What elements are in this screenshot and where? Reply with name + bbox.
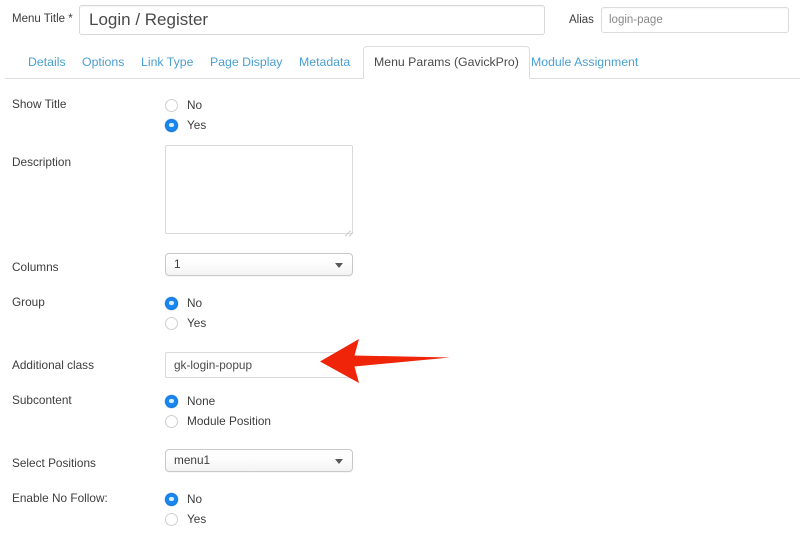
subcontent-label: Subcontent [12, 393, 72, 407]
subcontent-radio-group: None Module Position [165, 391, 271, 431]
tab-page-display[interactable]: Page Display [200, 46, 292, 78]
enable-no-follow-option-no[interactable]: No [165, 489, 206, 509]
enable-no-follow-option-yes[interactable]: Yes [165, 509, 206, 529]
group-option-yes[interactable]: Yes [165, 313, 206, 333]
radio-label: Yes [187, 118, 207, 132]
show-title-label: Show Title [12, 97, 67, 111]
alias-input[interactable] [601, 7, 789, 33]
additional-class-label: Additional class [12, 358, 94, 372]
tab-module-assignment[interactable]: Module Assignment [521, 46, 648, 78]
radio-icon[interactable] [165, 316, 178, 330]
radio-icon[interactable] [165, 492, 178, 506]
tab-options[interactable]: Options [72, 46, 134, 78]
show-title-radio-group: No Yes [165, 95, 206, 135]
columns-select-value: 1 [174, 257, 181, 271]
columns-select[interactable]: 1 [165, 253, 353, 276]
radio-icon[interactable] [165, 414, 178, 428]
radio-icon[interactable] [165, 296, 178, 310]
title-row: Menu Title * Alias [0, 0, 804, 42]
description-label: Description [12, 155, 72, 169]
select-positions-label: Select Positions [12, 456, 96, 470]
tab-bar: Details Options Link Type Page Display M… [0, 46, 804, 79]
radio-label: Yes [187, 512, 207, 526]
select-positions-value: menu1 [174, 453, 211, 467]
radio-label: Module Position [187, 414, 271, 428]
chevron-down-icon [335, 459, 343, 464]
group-option-no[interactable]: No [165, 293, 206, 313]
select-positions-wrap: menu1 [165, 449, 353, 472]
show-title-option-yes[interactable]: Yes [165, 115, 206, 135]
columns-label: Columns [12, 260, 59, 274]
radio-label: No [187, 492, 203, 506]
group-label: Group [12, 295, 45, 309]
description-textarea[interactable] [165, 145, 353, 234]
subcontent-option-module-position[interactable]: Module Position [165, 411, 271, 431]
show-title-option-no[interactable]: No [165, 95, 206, 115]
tab-details[interactable]: Details [18, 46, 76, 78]
menu-title-input[interactable] [79, 5, 545, 35]
tab-link-type[interactable]: Link Type [131, 46, 203, 78]
tab-metadata[interactable]: Metadata [289, 46, 360, 78]
group-radio-group: No Yes [165, 293, 206, 333]
description-field-wrap [165, 145, 354, 237]
radio-label: No [187, 98, 203, 112]
subcontent-option-none[interactable]: None [165, 391, 271, 411]
radio-icon[interactable] [165, 394, 178, 408]
menu-title-label: Menu Title * [12, 13, 73, 25]
alias-label: Alias [569, 14, 594, 26]
radio-label: None [187, 394, 216, 408]
additional-class-field-wrap [165, 352, 353, 378]
radio-icon[interactable] [165, 98, 178, 112]
chevron-down-icon [335, 263, 343, 268]
enable-no-follow-label: Enable No Follow: [12, 491, 108, 505]
radio-label: No [187, 296, 203, 310]
select-positions-select[interactable]: menu1 [165, 449, 353, 472]
tab-menu-params[interactable]: Menu Params (GavickPro) [363, 46, 530, 79]
additional-class-input[interactable] [165, 352, 353, 378]
enable-no-follow-radio-group: No Yes [165, 489, 206, 529]
radio-icon[interactable] [165, 118, 178, 132]
radio-label: Yes [187, 316, 207, 330]
columns-select-wrap: 1 [165, 253, 353, 276]
radio-icon[interactable] [165, 512, 178, 526]
